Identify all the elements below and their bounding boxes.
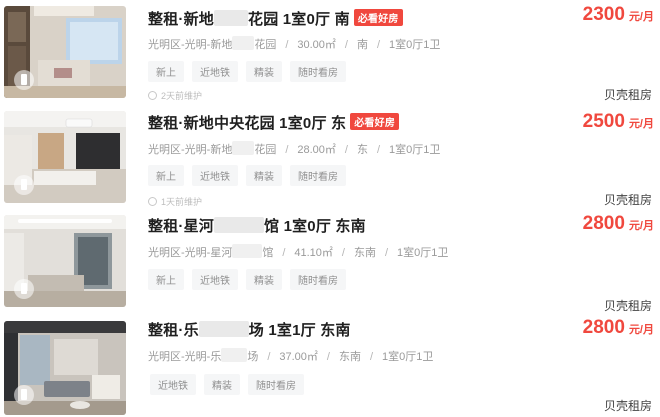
listing-source[interactable]: 贝壳租房 (604, 86, 652, 103)
tag-viewing-anytime: 随时看房 (248, 374, 304, 395)
clock-icon (148, 91, 157, 100)
listing-size: 41.10㎡ (294, 247, 333, 259)
listing-tags: 新上 近地铁 精装 随时看房 (148, 165, 354, 186)
listing-orientation: 南 (356, 39, 368, 51)
listing-title[interactable]: 整租·新地 花园 1室0厅 南必看好房 (148, 8, 403, 29)
listing-layout: 1室0厅1卫 (397, 247, 449, 259)
listing-card[interactable]: 整租·新地中央花园 1室0厅 东必看好房 光明区-光明-新地 花园/28.00㎡ /… (0, 103, 660, 209)
maintenance-time: 2天前维护 (148, 89, 202, 102)
listing-card[interactable]: 整租·星河馆 1室0厅 东南 光明区-光明-星河馆/41.10㎡ / 东南/1室0厅… (0, 209, 660, 313)
listing-source[interactable]: 贝壳租房 (604, 297, 652, 314)
listing-source[interactable]: 贝壳租房 (604, 191, 652, 208)
maintenance-time: 1天前维护 (148, 195, 202, 208)
must-see-badge: 必看好房 (353, 9, 403, 26)
listing-layout: 1室0厅1卫 (389, 39, 441, 51)
tag-furnished: 精装 (246, 269, 282, 290)
listing-title[interactable]: 整租·星河馆 1室0厅 东南 (148, 215, 366, 236)
tag-near-metro: 近地铁 (192, 269, 238, 290)
listing-title[interactable]: 整租·新地中央花园 1室0厅 东必看好房 (148, 112, 400, 133)
listing-address: 光明区-光明-新地 花园/30.00㎡ / 南/1室0厅1卫 (148, 36, 440, 52)
listing-size: 37.00㎡ (279, 351, 318, 363)
listing-price: 2800 元/月 (582, 317, 654, 338)
tag-near-metro: 近地铁 (150, 374, 196, 395)
tag-near-metro: 近地铁 (192, 61, 238, 82)
listing-size: 28.00㎡ (297, 144, 336, 156)
listing-tags: 新上 近地铁 精装 随时看房 (148, 269, 354, 290)
tag-new: 新上 (148, 165, 184, 186)
clock-icon (148, 197, 157, 206)
listing-layout: 1室0厅1卫 (389, 144, 441, 156)
listing-orientation: 东南 (338, 351, 361, 363)
tag-new: 新上 (148, 269, 184, 290)
tag-viewing-anytime: 随时看房 (290, 61, 346, 82)
tag-near-metro: 近地铁 (192, 165, 238, 186)
listing-layout: 1室0厅1卫 (382, 351, 434, 363)
listing-size: 30.00㎡ (297, 39, 336, 51)
listing-orientation: 东南 (353, 247, 376, 259)
listing-card[interactable]: 整租·新地 花园 1室0厅 南必看好房 光明区-光明-新地 花园/30.00㎡ / 南 /… (0, 0, 660, 103)
listing-photo[interactable] (4, 321, 126, 415)
listing-orientation: 东 (356, 144, 368, 156)
listing-photo[interactable] (4, 6, 126, 98)
listing-address: 光明区-光明-星河馆/41.10㎡ / 东南/1室0厅1卫 (148, 244, 448, 260)
tag-furnished: 精装 (246, 165, 282, 186)
tag-furnished: 精装 (246, 61, 282, 82)
listing-title[interactable]: 整租·乐场 1室1厅 东南 (148, 319, 351, 340)
listing-photo[interactable] (4, 111, 126, 203)
listing-price: 2300 元/月 (582, 4, 654, 25)
tag-viewing-anytime: 随时看房 (290, 269, 346, 290)
listing-address: 光明区-光明-新地 花园/28.00㎡ / 东/1室0厅1卫 (148, 141, 440, 157)
tag-new: 新上 (148, 61, 184, 82)
listing-card[interactable]: 整租·乐场 1室1厅 东南 光明区-光明-乐场/37.00㎡ / 东南/1室0厅1卫… (0, 313, 660, 417)
listing-price: 2500 元/月 (582, 111, 654, 132)
tag-furnished: 精装 (204, 374, 240, 395)
listing-price: 2800 元/月 (582, 213, 654, 234)
must-see-badge: 必看好房 (350, 113, 400, 130)
listing-source[interactable]: 贝壳租房 (604, 397, 652, 414)
listing-address: 光明区-光明-乐场/37.00㎡ / 东南/1室0厅1卫 (148, 348, 433, 364)
listing-photo[interactable] (4, 215, 126, 307)
listing-tags: 近地铁 精装 随时看房 (150, 374, 312, 395)
tag-viewing-anytime: 随时看房 (290, 165, 346, 186)
listing-tags: 新上 近地铁 精装 随时看房 (148, 61, 354, 82)
